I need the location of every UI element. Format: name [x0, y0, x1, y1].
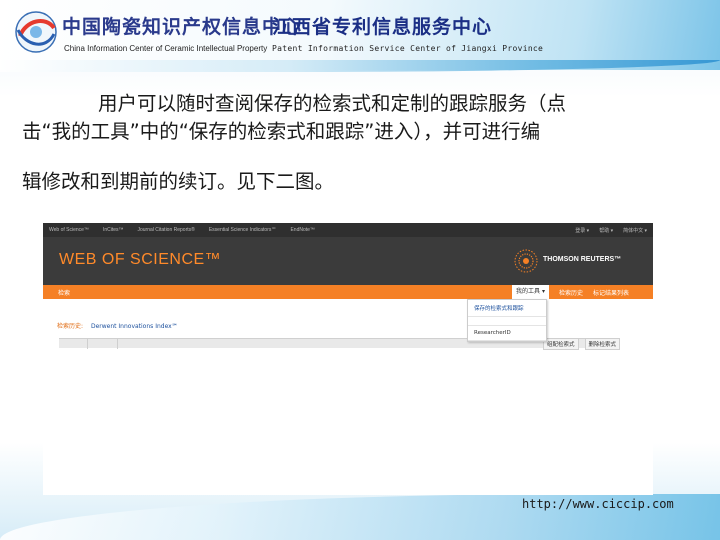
researcherid-item[interactable]: ResearcherID — [468, 326, 546, 341]
marked-list-link[interactable]: 标记结果列表 — [593, 288, 629, 299]
delete-sets-button[interactable]: 删除检索式 — [584, 338, 621, 350]
topnav-item[interactable]: Essential Science Indicators℠ — [209, 227, 277, 233]
saved-searches-and-alerts-item[interactable]: 保存的检索式和跟踪 — [468, 300, 546, 317]
menu-spacer — [468, 317, 546, 326]
language-menu[interactable]: 简体中文 ▾ — [623, 227, 647, 234]
topnav-item[interactable]: EndNote™ — [290, 227, 314, 233]
footer-url[interactable]: http://www.ciccip.com — [522, 497, 674, 511]
wos-title[interactable]: WEB OF SCIENCE™ — [59, 251, 221, 269]
login-menu[interactable]: 登录 ▾ — [575, 227, 589, 234]
history-actions: 组配检索式 删除检索式 — [543, 338, 621, 350]
web-of-science-screenshot: Web of Science™ InCites™ Journal Citatio… — [43, 223, 653, 495]
header-swoosh — [0, 60, 720, 72]
thomson-reuters-dot-logo-icon — [514, 249, 538, 273]
column-divider — [87, 339, 88, 349]
org1-english-name: China Information Center of Ceramic Inte… — [64, 44, 268, 53]
thomson-reuters-brand: THOMSON REUTERS™ — [543, 256, 622, 263]
org2-chinese-name: 江西省专利信息服务中心 — [272, 16, 493, 38]
topnav-item[interactable]: InCites™ — [103, 227, 124, 233]
my-tools-dropdown: 保存的检索式和跟踪 ResearcherID — [467, 299, 547, 342]
search-tab[interactable]: 检索 — [58, 288, 70, 297]
topnav-item[interactable]: Web of Science™ — [49, 227, 89, 233]
search-history-link[interactable]: 检索历史 — [559, 288, 583, 299]
search-history-breadcrumb: 检索历史: Derwent Innovations Index℠ — [57, 321, 178, 330]
paragraph-line-3: 辑修改和到期前的续订。见下二图。 — [22, 170, 335, 193]
database-name-link[interactable]: Derwent Innovations Index℠ — [91, 323, 178, 330]
wos-top-nav: Web of Science™ InCites™ Journal Citatio… — [43, 223, 653, 237]
column-divider — [117, 339, 118, 349]
wos-banner: WEB OF SCIENCE™ THOMSON REUTERS™ — [43, 237, 653, 285]
help-menu[interactable]: 帮助 ▾ — [599, 227, 613, 234]
topnav-item[interactable]: Journal Citation Reports® — [138, 227, 195, 233]
org1-chinese-name: 中国陶瓷知识产权信息中心 — [62, 16, 303, 38]
paragraph-line-1: 用户可以随时查阅保存的检索式和定制的跟踪服务（点 — [98, 92, 567, 115]
body-paragraph: 用户可以随时查阅保存的检索式和定制的跟踪服务（点 击“我的工具”中的“保存的检索… — [22, 90, 692, 196]
globe-swirl-logo-icon — [15, 11, 57, 53]
org2-english-name: Patent Information Service Center of Jia… — [272, 44, 544, 53]
search-history-label: 检索历史: — [57, 323, 84, 330]
paragraph-line-2: 击“我的工具”中的“保存的检索式和跟踪”进入），并可进行编 — [22, 120, 541, 143]
wos-main-nav: 检索 我的工具 ▾ 检索历史 标记结果列表 — [43, 285, 653, 299]
combine-sets-button[interactable]: 组配检索式 — [543, 338, 579, 350]
my-tools-menu[interactable]: 我的工具 ▾ — [512, 285, 549, 299]
